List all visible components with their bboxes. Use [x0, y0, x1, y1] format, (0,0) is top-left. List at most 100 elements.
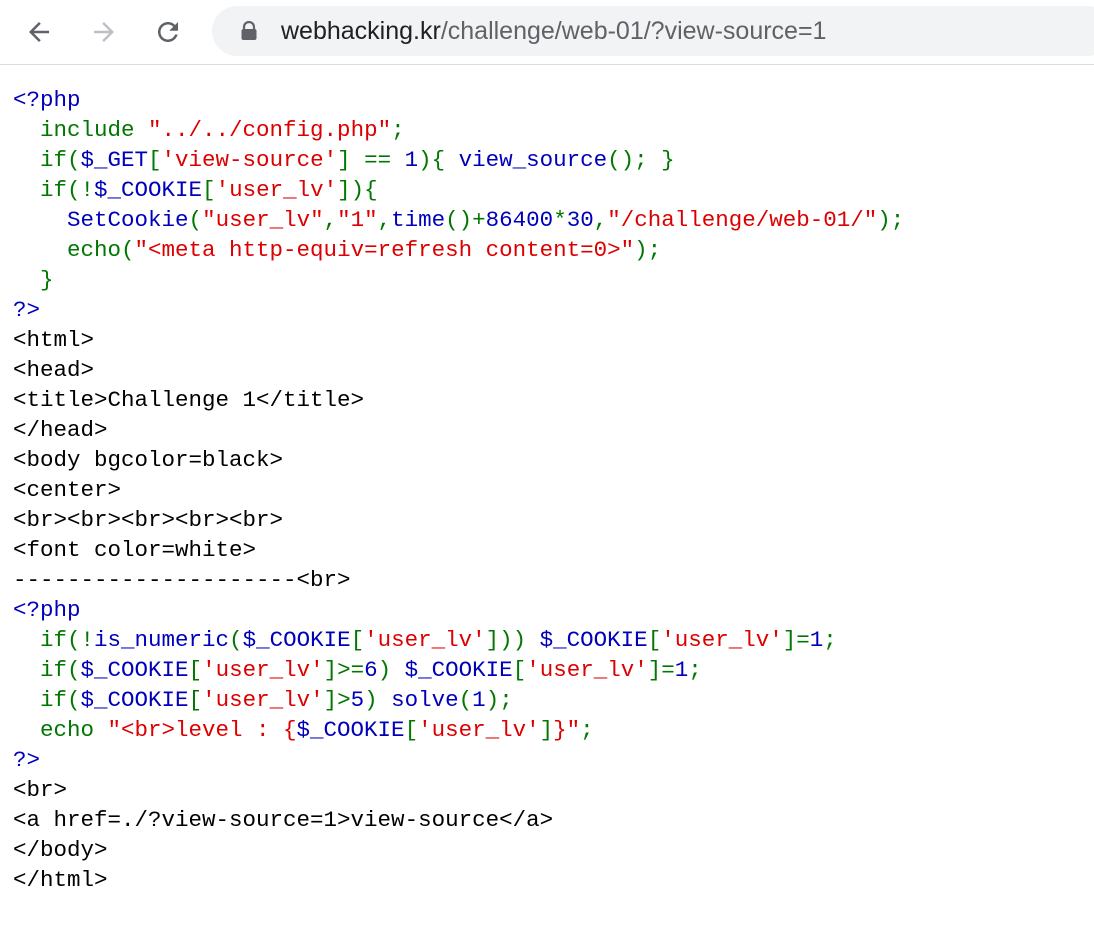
source-line: </head> [13, 415, 904, 445]
source-token: * [553, 207, 567, 233]
source-token: ]= [782, 627, 810, 653]
source-token: (); } [607, 147, 675, 173]
source-token: echo [13, 717, 108, 743]
source-token: $_COOKIE [539, 627, 648, 653]
source-token: 5 [350, 687, 365, 713]
source-line: <font color=white> [13, 535, 904, 565]
source-token: 1 [809, 627, 824, 653]
source-line: <html> [13, 325, 904, 355]
source-line: echo "<br>level : {$_COOKIE['user_lv']}"… [13, 715, 904, 745]
source-line: ?> [13, 295, 904, 325]
source-token: 'user_lv' [661, 627, 783, 653]
source-token: ] [539, 717, 554, 743]
source-token: 'user_lv' [202, 657, 324, 683]
source-token: view_source [458, 147, 608, 173]
lock-icon [240, 20, 258, 41]
source-line: <a href=./?view-source=1>view-source</a> [13, 805, 904, 835]
source-token: </html> [13, 867, 108, 893]
back-button[interactable] [21, 14, 57, 50]
source-token: 'user_lv' [364, 627, 486, 653]
source-token: [ [188, 657, 203, 683]
source-token: ]> [323, 687, 351, 713]
source-token: [ [202, 177, 216, 203]
source-token: ( [229, 627, 243, 653]
source-token: is_numeric [94, 627, 230, 653]
source-token: <font color=white> [13, 537, 257, 563]
source-token: 'user_lv' [215, 177, 338, 203]
source-token: $_COOKIE [296, 717, 405, 743]
source-line: if($_GET['view-source'] == 1){ view_sour… [13, 145, 904, 175]
source-line: ---------------------<br> [13, 565, 904, 595]
source-token: }" [553, 717, 581, 743]
source-token: 1 [472, 687, 486, 713]
source-token: $_GET [80, 147, 149, 173]
source-token: ; [580, 717, 594, 743]
source-token: 1 [674, 657, 689, 683]
source-line: ?> [13, 745, 904, 775]
source-token: 'user_lv' [418, 717, 540, 743]
url-text[interactable]: webhacking.kr/challenge/web-01/?view-sou… [281, 18, 826, 44]
source-line: <br><br><br><br><br> [13, 505, 904, 535]
source-token: 'view-source' [161, 147, 338, 173]
source-token: 6 [364, 657, 378, 683]
source-token: ) [364, 687, 392, 713]
forward-button[interactable] [86, 14, 122, 50]
source-line: </body> [13, 835, 904, 865]
source-token: if(! [13, 177, 95, 203]
source-token: <center> [13, 477, 122, 503]
source-line: if(!$_COOKIE['user_lv']){ [13, 175, 904, 205]
source-token: [ [647, 627, 662, 653]
source-token: , [323, 207, 338, 233]
source-token: ]){ [337, 177, 378, 203]
source-token: <html> [13, 327, 95, 353]
source-token: if( [13, 687, 81, 713]
source-token: ])) [485, 627, 540, 653]
source-token: ; [391, 117, 405, 143]
source-token: ; [688, 657, 702, 683]
address-bar[interactable]: webhacking.kr/challenge/web-01/?view-sou… [212, 6, 1094, 56]
source-token: $_COOKIE [242, 627, 351, 653]
source-token: <br><br><br><br><br> [13, 507, 284, 533]
source-token: echo( [13, 237, 135, 263]
source-token: } [13, 267, 54, 293]
source-token: [ [512, 657, 527, 683]
source-token: include [13, 117, 149, 143]
source-line: if($_COOKIE['user_lv']>5) solve(1); [13, 685, 904, 715]
source-token: ); [485, 687, 513, 713]
source-line: <body bgcolor=black> [13, 445, 904, 475]
source-token: time [391, 207, 446, 233]
source-line: } [13, 265, 904, 295]
source-token: ]>= [323, 657, 365, 683]
source-line: <center> [13, 475, 904, 505]
url-path: /challenge/web-01/?view-source=1 [440, 17, 827, 45]
source-line: <br> [13, 775, 904, 805]
source-token: , [593, 207, 608, 233]
source-token: "user_lv" [202, 207, 324, 233]
browser-toolbar: webhacking.kr/challenge/web-01/?view-sou… [0, 0, 1094, 65]
source-line: <head> [13, 355, 904, 385]
source-token: $_COOKIE [94, 177, 203, 203]
source-token: ]= [647, 657, 675, 683]
source-token: </head> [13, 417, 108, 443]
reload-button[interactable] [150, 14, 186, 50]
source-token: [ [188, 687, 203, 713]
source-line: if($_COOKIE['user_lv']>=6) $_COOKIE['use… [13, 655, 904, 685]
source-token: $_COOKIE [80, 657, 189, 683]
source-line: <?php [13, 85, 904, 115]
source-token: "/challenge/web-01/" [607, 207, 878, 233]
source-token: ] == [337, 147, 405, 173]
source-line: <title>Challenge 1</title> [13, 385, 904, 415]
source-token: ){ [418, 147, 459, 173]
source-token: <head> [13, 357, 95, 383]
source-token: $_COOKIE [80, 687, 189, 713]
source-token: [ [148, 147, 162, 173]
source-token: [ [350, 627, 365, 653]
source-token: </body> [13, 837, 108, 863]
source-token: 'user_lv' [202, 687, 324, 713]
source-token: 'user_lv' [526, 657, 648, 683]
source-token: ; [823, 627, 837, 653]
source-token [13, 207, 67, 233]
reload-icon [153, 17, 183, 47]
source-token: $_COOKIE [404, 657, 513, 683]
source-token: ---------------------<br> [13, 567, 351, 593]
